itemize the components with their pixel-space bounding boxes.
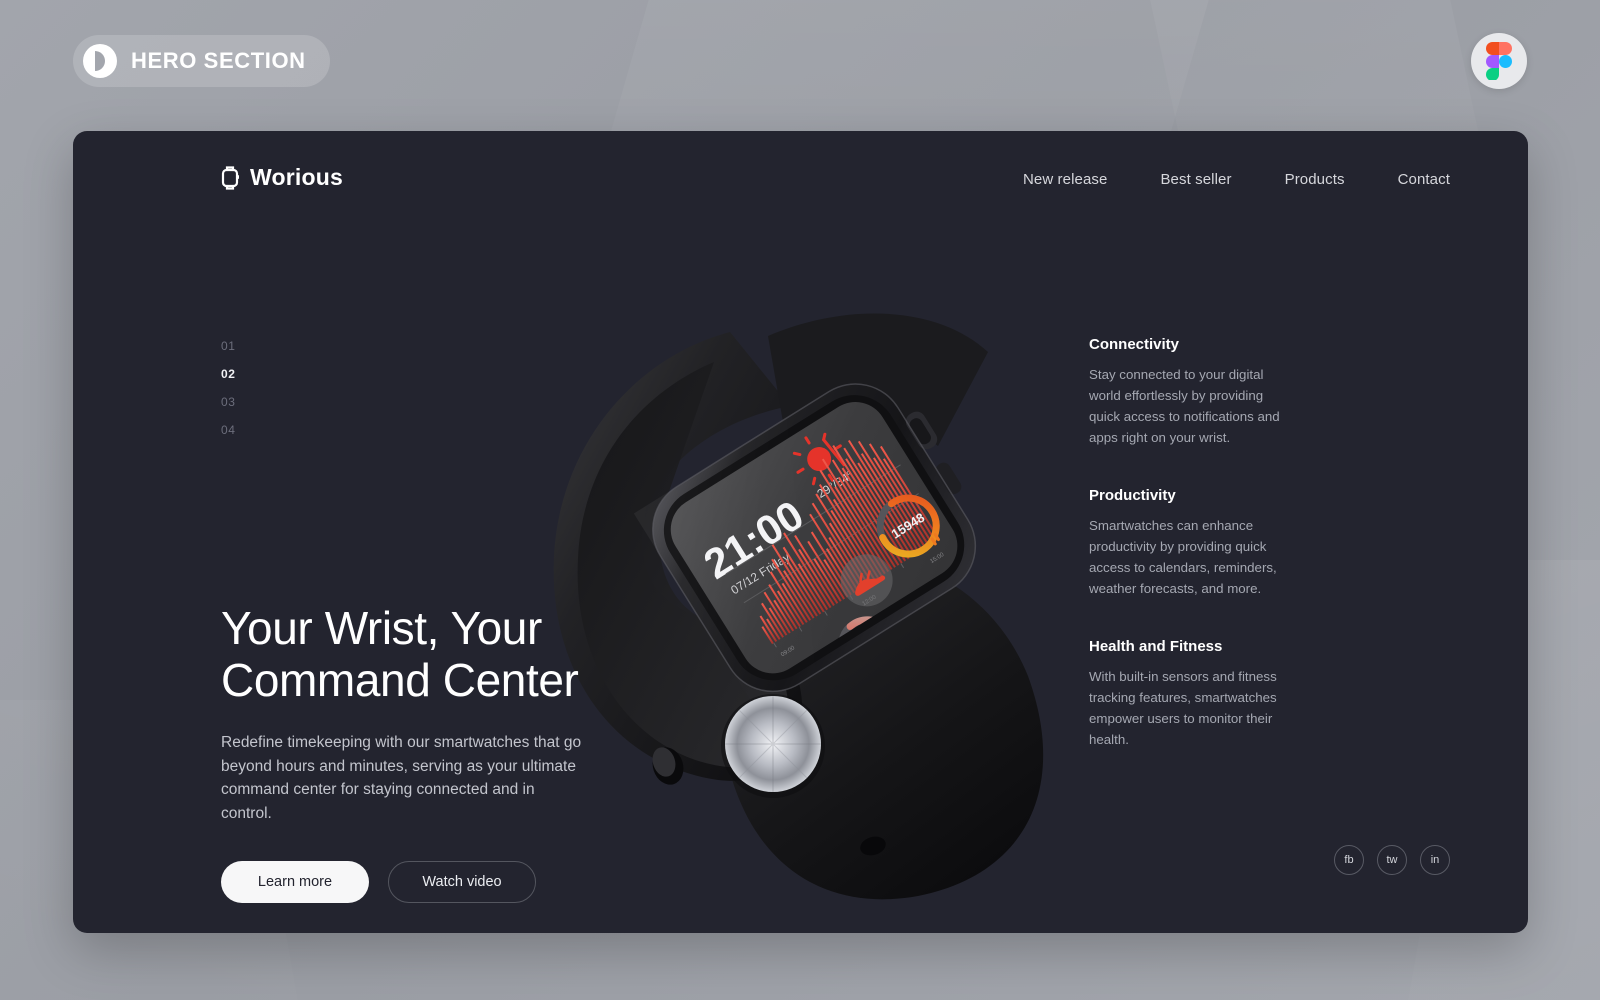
feature-health-and-fitness: Health and Fitness With built-in sensors… xyxy=(1089,638,1289,750)
hero-cta-row: Learn more Watch video xyxy=(221,861,641,904)
twitter-icon[interactable]: tw xyxy=(1377,845,1407,875)
hero-section-mockup: HERO SECTION Worious New release Best se… xyxy=(0,0,1600,1000)
feature-body: With built-in sensors and fitness tracki… xyxy=(1089,669,1277,747)
linkedin-icon[interactable]: in xyxy=(1420,845,1450,875)
headline-line-1: Your Wrist, Your xyxy=(221,602,542,654)
feature-title: Connectivity xyxy=(1089,336,1180,353)
facebook-icon[interactable]: fb xyxy=(1334,845,1364,875)
watch-band-lower xyxy=(718,556,1044,900)
watch-time: 21:00 xyxy=(696,491,812,588)
hero-subtitle: Redefine timekeeping with our smartwatch… xyxy=(221,734,582,822)
feature-body: Smartwatches can enhance productivity by… xyxy=(1089,518,1277,596)
site-navigation: Worious New release Best seller Products… xyxy=(73,131,1528,231)
nav-link-best-seller[interactable]: Best seller xyxy=(1160,171,1231,188)
watch-case: 29°/84° 21:00 07/12 Friday 09:00 12:00 1… xyxy=(633,383,977,711)
sun-icon xyxy=(792,432,846,486)
feature-title: Health and Fitness xyxy=(1089,638,1223,655)
hero-panel: Worious New release Best seller Products… xyxy=(73,131,1528,933)
badge-label: HERO SECTION xyxy=(131,48,306,73)
steps-ring: 15948 xyxy=(876,494,940,558)
page-title: Your Wrist, Your Command Center xyxy=(221,602,641,706)
feature-connectivity: Connectivity Stay connected to your digi… xyxy=(1089,336,1289,448)
watch-date: 07/12 Friday xyxy=(728,550,792,597)
heart-value: 79 xyxy=(857,635,877,655)
pixso-logo-icon xyxy=(83,44,117,78)
feature-list: Connectivity Stay connected to your digi… xyxy=(1089,336,1289,750)
shoe-icon xyxy=(840,554,893,607)
watch-face-content: 29°/84° 21:00 07/12 Friday 09:00 12:00 1… xyxy=(696,432,946,676)
svg-text:15:00: 15:00 xyxy=(929,552,945,565)
feature-productivity: Productivity Smartwatches can enhance pr… xyxy=(1089,487,1289,599)
nav-links: New release Best seller Products Contact xyxy=(1023,171,1450,188)
figma-logo-icon[interactable] xyxy=(1471,33,1527,89)
social-links: fb tw in xyxy=(1334,845,1450,875)
brand-name: Worious xyxy=(250,164,343,190)
feature-title: Productivity xyxy=(1089,487,1176,504)
hero-copy: Your Wrist, Your Command Center Redefine… xyxy=(221,602,641,904)
watch-video-button[interactable]: Watch video xyxy=(388,861,536,904)
watch-temperature: 29°/84° xyxy=(815,468,856,501)
steps-value: 15948 xyxy=(889,510,928,542)
nav-link-new-release[interactable]: New release xyxy=(1023,171,1107,188)
hero-section-badge: HERO SECTION xyxy=(73,35,330,87)
watch-clasp-knob xyxy=(721,694,825,798)
figma-glyph xyxy=(1486,42,1512,80)
feature-body: Stay connected to your digital world eff… xyxy=(1089,367,1280,445)
heart-ring: 79 xyxy=(837,616,898,676)
nav-link-products[interactable]: Products xyxy=(1285,171,1345,188)
slide-indicator-03[interactable]: 03 xyxy=(221,395,236,409)
learn-more-button[interactable]: Learn more xyxy=(221,861,369,904)
slide-indicators: 01 02 03 04 xyxy=(221,339,236,437)
smartwatch-icon xyxy=(221,165,239,190)
slide-indicator-04[interactable]: 04 xyxy=(221,423,236,437)
brand-logo[interactable]: Worious xyxy=(221,164,343,191)
slide-indicator-01[interactable]: 01 xyxy=(221,339,236,353)
svg-text:12:00: 12:00 xyxy=(862,594,878,607)
slide-indicator-02[interactable]: 02 xyxy=(221,367,236,381)
nav-link-contact[interactable]: Contact xyxy=(1398,171,1450,188)
headline-line-2: Command Center xyxy=(221,653,579,706)
svg-text:09:00: 09:00 xyxy=(780,645,796,658)
watch-activity-chart xyxy=(759,439,940,645)
